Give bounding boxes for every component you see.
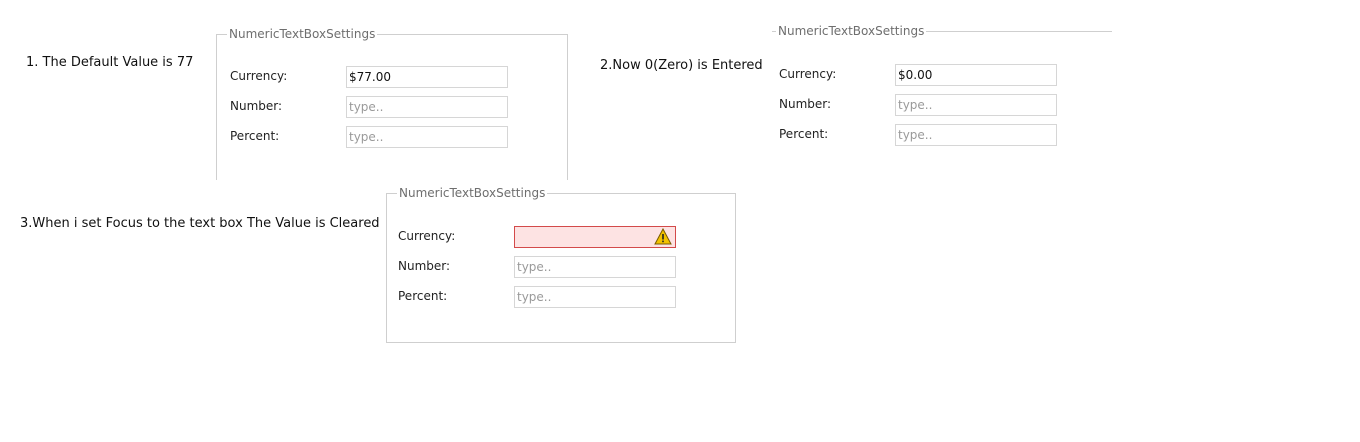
percent-row: Percent: xyxy=(772,124,1112,146)
number-label: Number: xyxy=(779,97,832,111)
settings-panel-1: NumericTextBoxSettings Currency: Number:… xyxy=(216,27,568,180)
step-3-caption: 3.When i set Focus to the text box The V… xyxy=(20,216,380,231)
currency-label: Currency: xyxy=(779,67,837,81)
currency-row: Currency: xyxy=(772,64,1112,86)
percent-input[interactable] xyxy=(514,286,676,308)
panel-legend: NumericTextBoxSettings xyxy=(399,186,546,200)
currency-input[interactable] xyxy=(346,66,508,88)
warning-icon xyxy=(654,228,672,245)
currency-input-error[interactable] xyxy=(514,226,676,248)
currency-row: Currency: xyxy=(387,226,735,248)
number-label: Number: xyxy=(230,99,283,113)
number-input[interactable] xyxy=(895,94,1057,116)
percent-row: Percent: xyxy=(387,286,735,308)
panel-legend: NumericTextBoxSettings xyxy=(778,24,925,38)
number-input[interactable] xyxy=(346,96,508,118)
settings-panel-3: NumericTextBoxSettings Currency: Number:… xyxy=(386,186,736,343)
currency-label: Currency: xyxy=(398,229,456,243)
percent-row: Percent: xyxy=(217,126,567,148)
number-input[interactable] xyxy=(514,256,676,278)
percent-input[interactable] xyxy=(346,126,508,148)
percent-label: Percent: xyxy=(398,289,448,303)
panel-legend: NumericTextBoxSettings xyxy=(229,27,376,41)
currency-row: Currency: xyxy=(217,66,567,88)
number-row: Number: xyxy=(217,96,567,118)
currency-label: Currency: xyxy=(230,69,288,83)
number-row: Number: xyxy=(772,94,1112,116)
currency-input[interactable] xyxy=(895,64,1057,86)
step-2-caption: 2.Now 0(Zero) is Entered xyxy=(600,58,763,73)
settings-panel-2: NumericTextBoxSettings Currency: Number:… xyxy=(772,24,1112,146)
percent-label: Percent: xyxy=(230,129,280,143)
percent-input[interactable] xyxy=(895,124,1057,146)
step-1-caption: 1. The Default Value is 77 xyxy=(26,55,194,70)
number-label: Number: xyxy=(398,259,451,273)
percent-label: Percent: xyxy=(779,127,829,141)
number-row: Number: xyxy=(387,256,735,278)
